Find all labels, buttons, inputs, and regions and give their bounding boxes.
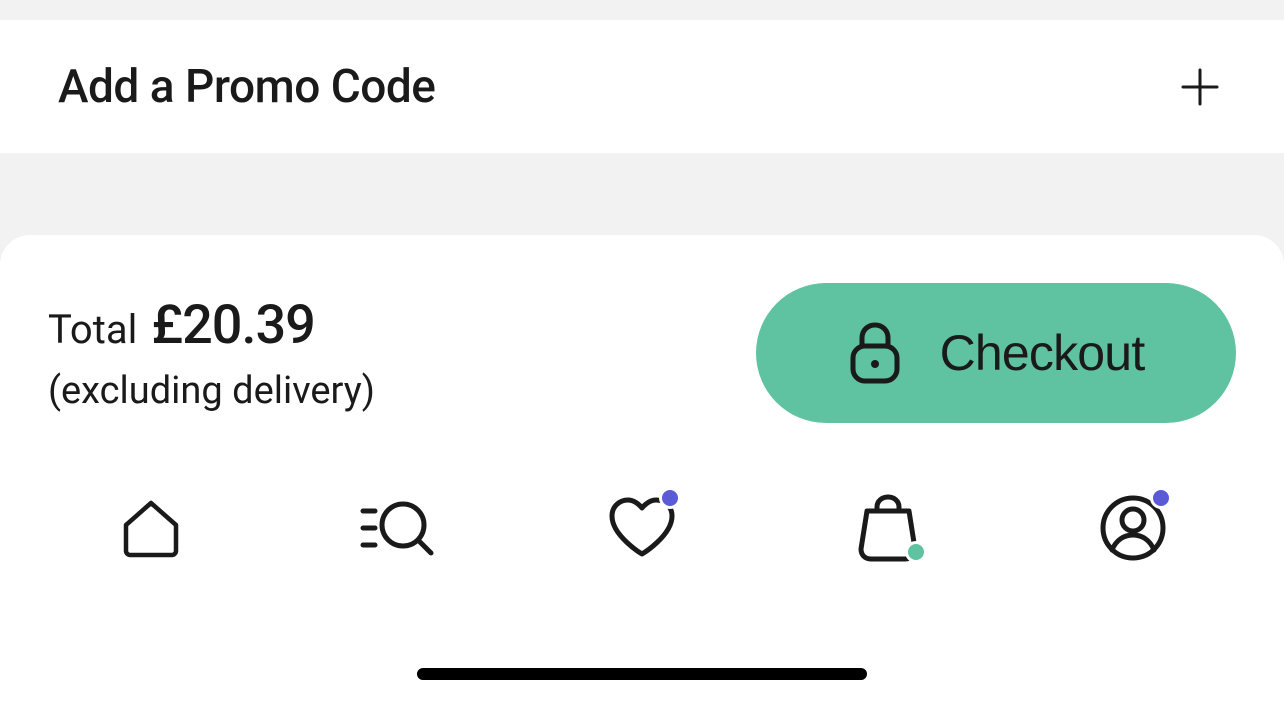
total-amount: £20.39 — [151, 294, 315, 357]
plus-icon — [1180, 67, 1220, 107]
home-indicator[interactable] — [417, 668, 867, 680]
lock-icon — [848, 322, 902, 384]
add-promo-button[interactable] — [1174, 61, 1226, 113]
nav-favorites[interactable] — [597, 483, 687, 573]
bottom-nav — [48, 483, 1236, 573]
spacer — [0, 153, 1284, 235]
total-label: Total — [48, 306, 137, 353]
promo-code-row[interactable]: Add a Promo Code — [0, 20, 1284, 153]
checkout-label: Checkout — [940, 324, 1145, 382]
checkout-button[interactable]: Checkout — [756, 283, 1236, 423]
total-line: Total £20.39 — [48, 294, 375, 357]
nav-bag[interactable] — [843, 483, 933, 573]
summary-row: Total £20.39 (excluding delivery) Checko… — [48, 283, 1236, 423]
summary-card: Total £20.39 (excluding delivery) Checko… — [0, 235, 1284, 708]
search-list-icon — [357, 495, 437, 561]
nav-account[interactable] — [1088, 483, 1178, 573]
total-note: (excluding delivery) — [48, 369, 375, 413]
home-icon — [118, 495, 184, 561]
nav-home[interactable] — [106, 483, 196, 573]
status-area — [0, 0, 1284, 20]
total-block: Total £20.39 (excluding delivery) — [48, 294, 375, 413]
cart-indicator-dot-icon — [905, 541, 927, 563]
notification-dot-icon — [659, 487, 681, 509]
notification-dot-icon — [1150, 487, 1172, 509]
promo-code-label: Add a Promo Code — [58, 60, 435, 114]
nav-search[interactable] — [352, 483, 442, 573]
